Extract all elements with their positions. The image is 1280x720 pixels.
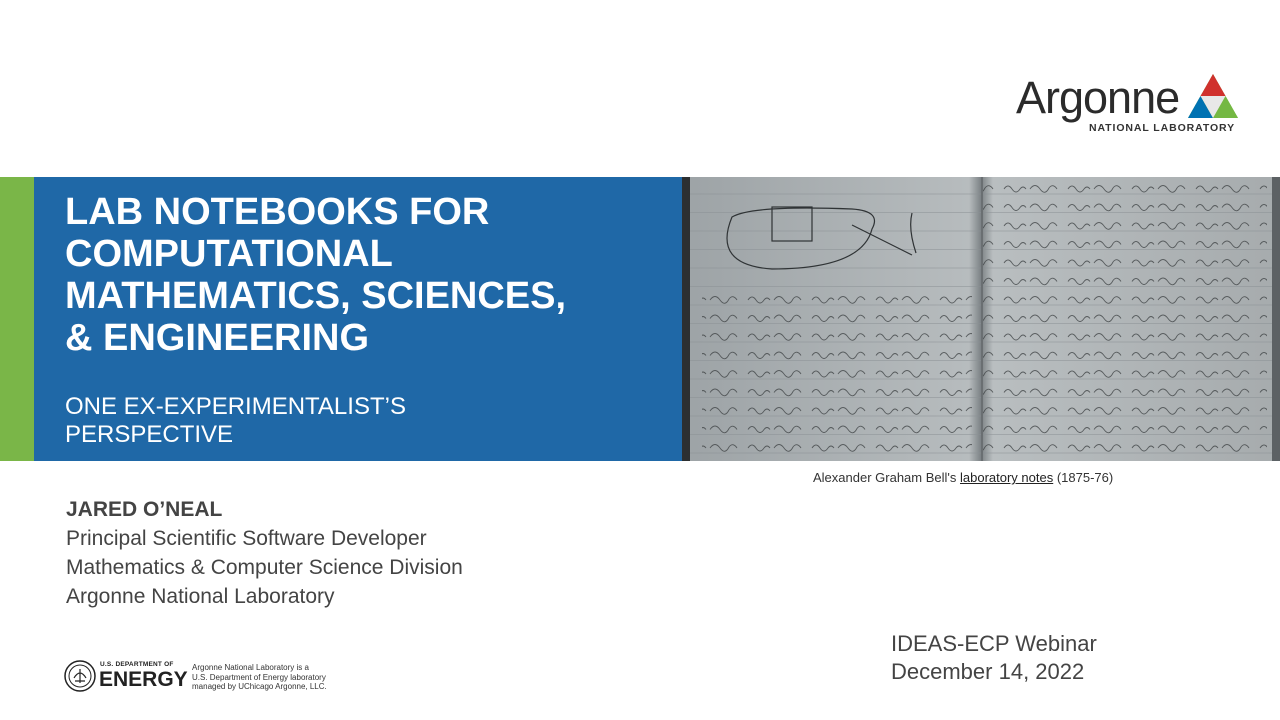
author-block: JARED O’NEAL Principal Scientific Softwa… [66, 496, 463, 611]
title-line: LAB NOTEBOOKS FOR [65, 191, 490, 233]
author-role: Principal Scientific Software Developer [66, 527, 427, 550]
subtitle-line: PERSPECTIVE [65, 421, 234, 448]
green-accent-bar [0, 177, 34, 461]
event-info: IDEAS-ECP Webinar December 14, 2022 [891, 630, 1097, 686]
event-name: IDEAS-ECP Webinar [891, 631, 1097, 656]
subtitle-line: ONE EX-EXPERIMENTALIST’S [65, 393, 406, 420]
author-division: Mathematics & Computer Science Division [66, 556, 463, 579]
slide-subtitle: ONE EX-EXPERIMENTALIST’S PERSPECTIVE [65, 393, 406, 449]
author-name: JARED O’NEAL [66, 498, 223, 521]
title-line: COMPUTATIONAL [65, 233, 393, 275]
notebook-photo [682, 177, 1280, 461]
doe-statement: Argonne National Laboratory is a U.S. De… [192, 663, 327, 691]
doe-logo: U.S. DEPARTMENT OF ENERGY Argonne Nation… [64, 660, 364, 694]
event-date: December 14, 2022 [891, 659, 1085, 684]
doe-seal-icon [64, 660, 96, 692]
title-panel: LAB NOTEBOOKS FOR COMPUTATIONAL MATHEMAT… [34, 177, 682, 461]
doe-energy-label: ENERGY [99, 668, 188, 691]
logo-wordmark: Argonne [1016, 72, 1180, 123]
title-line: & ENGINEERING [65, 317, 370, 359]
doe-department-label: U.S. DEPARTMENT OF [100, 661, 174, 668]
slide-title: LAB NOTEBOOKS FOR COMPUTATIONAL MATHEMAT… [65, 191, 566, 359]
logo-subtitle: NATIONAL LABORATORY [1089, 122, 1236, 134]
photo-caption: Alexander Graham Bell's laboratory notes… [813, 470, 1114, 485]
argonne-logo: Argonne NATIONAL LABORATORY [1016, 72, 1246, 136]
author-org: Argonne National Laboratory [66, 585, 335, 608]
laboratory-notes-link[interactable]: laboratory notes [960, 470, 1053, 485]
title-line: MATHEMATICS, SCIENCES, [65, 275, 567, 317]
argonne-triangle-icon [1188, 74, 1238, 118]
